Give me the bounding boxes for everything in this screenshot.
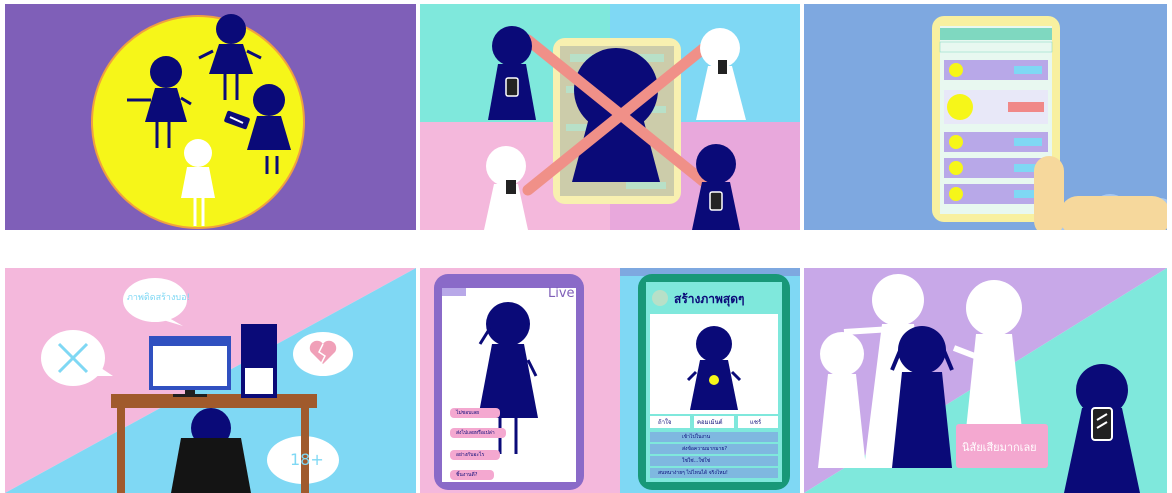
tab-comment[interactable]: คอมเม้นต์: [697, 417, 723, 427]
tab-like[interactable]: ถ้าใจ: [658, 417, 671, 427]
panel-2-illustration: [420, 4, 800, 230]
panel-4-illustration: [5, 268, 416, 493]
panel-6-bad-habit: นิสัยเสียมากเลย: [804, 268, 1167, 493]
panel-3-phone-list: [804, 4, 1167, 230]
panel-6-illustration: [804, 268, 1167, 493]
hand-icon: [1034, 156, 1167, 230]
menu-item[interactable]: เข้าไปในงาน: [682, 433, 710, 441]
menu-item[interactable]: ใช่ใช่...ใช่ใช่: [682, 457, 710, 465]
menu-item[interactable]: ส่งข้อความมากมาย?: [682, 445, 727, 453]
panel-5-live-profile: Live สร้างภาพสุดๆ ถ้าใจ คอมเม้นต์ แชร์ เ…: [420, 268, 800, 493]
profile-title: สร้างภาพสุดๆ: [674, 292, 745, 306]
phone-icon: [1091, 407, 1113, 441]
menu-item[interactable]: สนทนาง่ายๆ ไปไหนได้ จริงไหม!: [658, 469, 728, 477]
phone-icon: [505, 77, 519, 97]
live-label: Live: [548, 286, 575, 301]
panel-1-illustration: [91, 14, 305, 229]
tab-share[interactable]: แชร์: [750, 417, 761, 427]
panel-4-computer-desk: ภาพติดสร้างบอ! 18+: [5, 268, 416, 493]
panel-1-group-circle: [5, 4, 416, 230]
chat-tag: ชิ้นงานดี?: [456, 472, 478, 478]
sign-text: นิสัยเสียมากเลย: [962, 441, 1037, 454]
panel-2-prohibited: [420, 4, 800, 230]
chat-tag: อย่างกับอะไร: [456, 452, 485, 458]
bubble-age-text: 18+: [290, 450, 324, 469]
chat-tag: ส่งไปเลยหรือเปล่า: [456, 430, 495, 436]
chat-tag: ไม่ชอบเลย: [456, 410, 480, 416]
panel-3-illustration: [932, 16, 1167, 230]
bubble-top-text: ภาพติดสร้างบอ!: [127, 293, 191, 303]
